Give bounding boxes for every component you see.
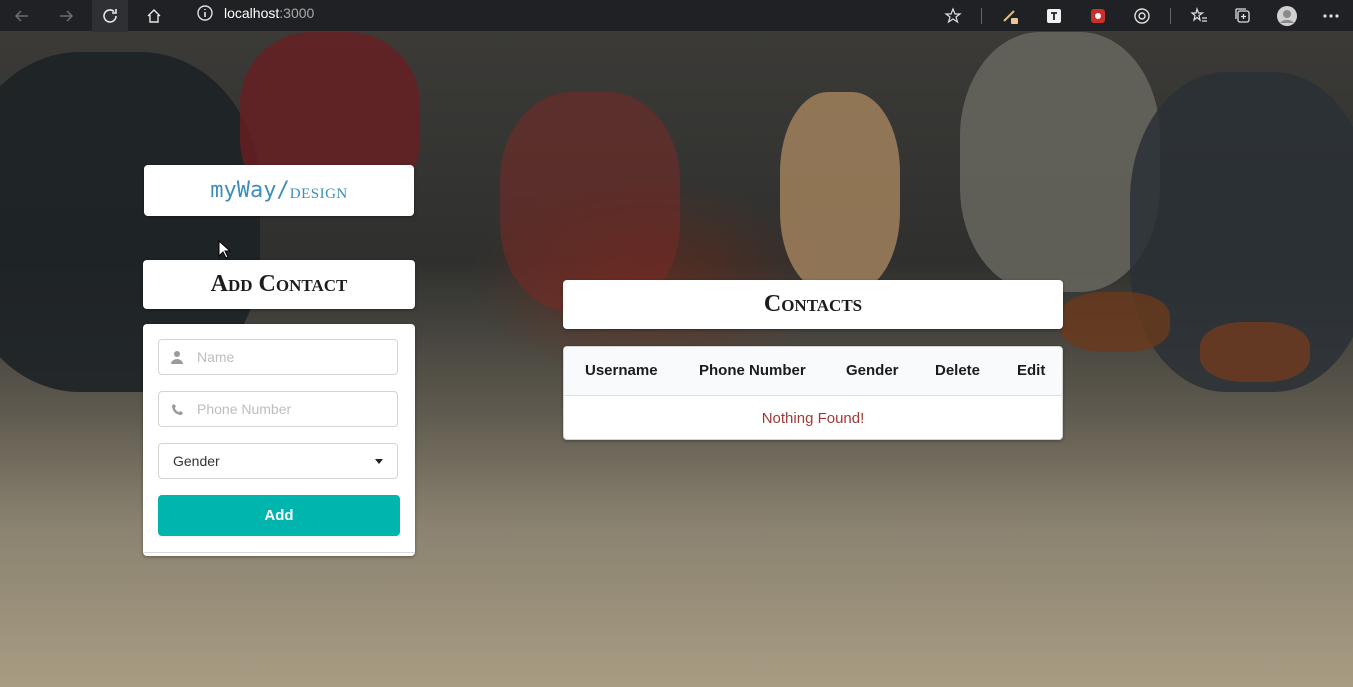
- extension-notes-button[interactable]: [1032, 0, 1076, 32]
- logo-main: myWay/: [210, 178, 290, 203]
- collections-icon: [1235, 8, 1250, 23]
- mouse-cursor-icon: [218, 240, 232, 259]
- info-icon: [197, 5, 213, 21]
- back-arrow-icon: [14, 10, 28, 22]
- avatar-icon: [1277, 6, 1297, 26]
- phone-field[interactable]: [158, 391, 398, 427]
- pen-extension-icon: [1003, 10, 1018, 24]
- url-port: :3000: [279, 5, 315, 21]
- profile-button[interactable]: [1265, 0, 1309, 32]
- reload-button[interactable]: [92, 0, 128, 32]
- toolbar-divider: [981, 8, 982, 24]
- column-header-edit: Edit: [1017, 362, 1046, 379]
- name-input[interactable]: [195, 348, 389, 366]
- dropdown-caret-icon: [375, 458, 383, 464]
- logo-sub: design: [289, 177, 348, 203]
- extension-red-button[interactable]: [1076, 0, 1120, 32]
- more-dots-icon: [1323, 14, 1339, 18]
- column-header-delete: Delete: [935, 362, 981, 379]
- add-contact-form: Gender Add: [143, 324, 415, 556]
- contacts-header: Contacts: [563, 280, 1063, 329]
- settings-menu-button[interactable]: [1309, 0, 1353, 32]
- gender-select-value: Gender: [173, 453, 220, 469]
- gender-select[interactable]: Gender: [158, 443, 398, 479]
- contacts-title: Contacts: [763, 291, 863, 317]
- url-text: localhost:3000: [224, 5, 314, 21]
- forward-arrow-icon: [60, 10, 74, 22]
- phone-icon: [159, 403, 195, 416]
- phone-input[interactable]: [195, 400, 389, 418]
- target-icon: [1134, 8, 1150, 24]
- forward-button[interactable]: [48, 0, 84, 32]
- address-bar[interactable]: localhost:3000: [182, 0, 1002, 26]
- home-button[interactable]: [136, 0, 172, 32]
- form-divider: [143, 552, 415, 553]
- name-field[interactable]: [158, 339, 398, 375]
- logo: myWay/design: [144, 165, 414, 216]
- red-extension-icon: [1091, 9, 1105, 23]
- empty-message: Nothing Found!: [761, 410, 865, 427]
- favorites-button[interactable]: [1177, 0, 1221, 32]
- column-header-gender: Gender: [846, 362, 899, 379]
- browser-toolbar: localhost:3000: [0, 0, 1353, 32]
- add-contact-title: Add Contact: [210, 271, 348, 297]
- collections-button[interactable]: [1221, 0, 1265, 32]
- star-plus-icon: [944, 7, 962, 24]
- column-header-phone: Phone Number: [699, 362, 806, 379]
- toolbar-divider: [1170, 8, 1171, 24]
- url-host: localhost: [224, 5, 280, 21]
- column-header-username: Username: [585, 362, 658, 379]
- favorites-icon: [1190, 7, 1207, 22]
- user-icon: [159, 350, 195, 364]
- extension-pen-button[interactable]: [988, 0, 1032, 32]
- back-button[interactable]: [4, 0, 40, 32]
- contacts-table: Username Phone Number Gender Delete Edit…: [563, 346, 1063, 440]
- extension-target-button[interactable]: [1120, 0, 1164, 32]
- browser-tools: [931, 0, 1353, 32]
- notes-extension-icon: [1047, 9, 1061, 23]
- table-header-row: Username Phone Number Gender Delete Edit: [564, 347, 1062, 396]
- home-icon: [147, 9, 161, 23]
- add-contact-header: Add Contact: [143, 260, 415, 309]
- add-favorite-button[interactable]: [931, 0, 975, 32]
- add-button[interactable]: Add: [158, 495, 400, 536]
- reload-icon: [103, 9, 117, 23]
